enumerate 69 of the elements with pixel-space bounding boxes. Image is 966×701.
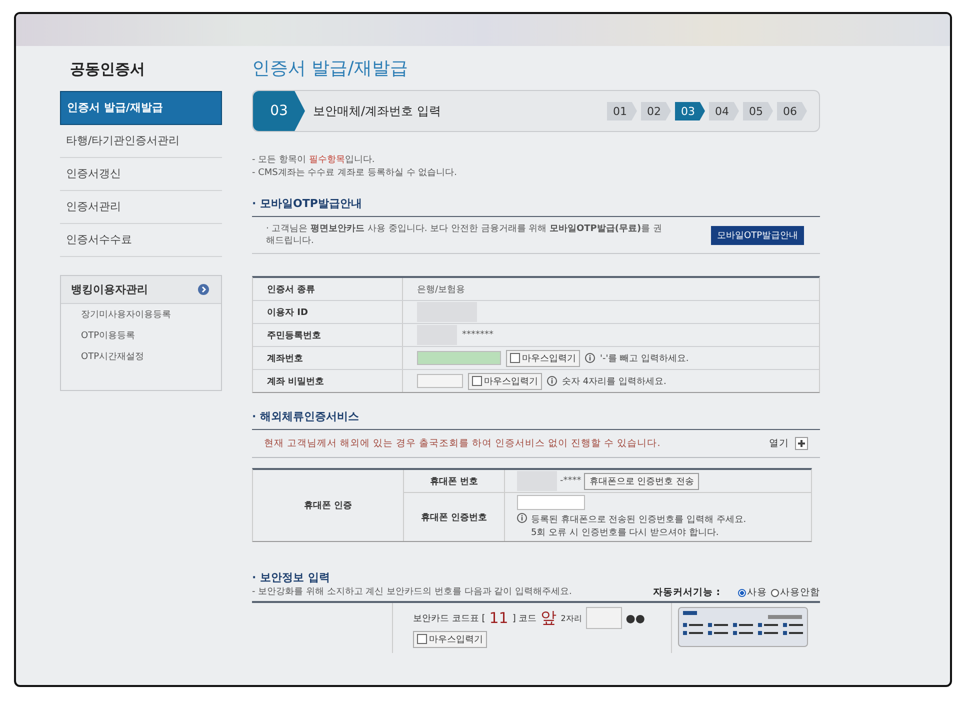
masked-value: -**** [560,476,582,486]
cell-value: 은행/보험용 [417,284,466,296]
section-heading: · 해외체류인증서비스 [252,409,820,430]
redacted-block [417,325,457,345]
arrow-circle-icon[interactable] [198,284,209,295]
mouse-input-checkbox[interactable]: 마우스입력기 [413,630,487,648]
step-indicator: 06 [777,102,807,120]
step-title: 보안매체/계좌번호 입력 [313,102,442,120]
step-number-badge: 03 [253,91,305,131]
masked-value: ******* [462,330,494,340]
hint-text: 숫자 4자리를 입력하세요. [562,376,666,388]
sidebar-item[interactable]: 인증서관리 [60,191,222,224]
otp-notice: · 고객님은 평면보안카드 사용 중입니다. 보다 안전한 금융거래를 위해 모바일OTP발급(무료)를 권해드립니다. [266,223,663,247]
panel-link[interactable]: OTP이용등록 [61,325,221,346]
panel-link[interactable]: OTP시간재설정 [61,346,221,367]
card-side: 앞 [540,608,557,628]
redacted-block [417,302,477,322]
card-label: 보안카드 코드표 [ [413,612,486,624]
info-icon [517,513,527,523]
row-label: 휴대폰 인증번호 [404,493,505,541]
row-label: 계좌번호 [253,347,403,369]
row-label: 주민등록번호 [253,324,403,346]
card-label: ] 코드 [512,612,537,624]
section-heading: · 모바일OTP발급안내 [252,196,820,217]
hint-text: '-'를 빼고 입력하세요. [600,352,689,364]
step-indicator: 05 [743,102,773,120]
card-code-number: 11 [489,609,508,627]
step-indicator: 04 [709,102,739,120]
step-indicator: 02 [641,102,671,120]
page-title: 인증서 발급/재발급 [252,57,409,81]
step-indicator: 03 [675,102,705,120]
sidebar-title: 공동인증서 [69,60,146,80]
section-heading: · 보안정보 입력 [252,570,331,586]
row-label: 계좌 비밀번호 [253,370,403,392]
radio-option[interactable]: 사용안함 [771,586,820,599]
sidebar-item[interactable]: 인증서수수료 [60,224,222,257]
input-field[interactable] [586,607,622,629]
sidebar-item[interactable]: 타행/타기관인증서관리 [60,125,222,158]
sidebar-item[interactable]: 인증서갱신 [60,158,222,191]
open-link[interactable]: 열기 [769,437,789,450]
note-text: - CMS계좌는 수수료 계좌로 등록하실 수 없습니다. [252,167,458,180]
hint-text: 5회 오류 시 인증번호를 다시 받으셔야 합니다. [531,527,720,539]
input-field[interactable] [417,374,463,388]
masked-digits: ●● [626,612,645,624]
info-icon [547,376,557,386]
note-text: - 모든 항목이 필수항목입니다. [252,154,376,167]
info-icon [585,353,595,363]
row-label: 이용자 ID [253,301,403,323]
hint-text: 등록된 휴대폰으로 전송된 인증번호를 입력해 주세요. [531,514,746,526]
card-digits: 2자리 [560,612,582,624]
sidebar-item[interactable]: 인증서 발급/재발급 [60,91,222,125]
step-indicator: 01 [607,102,637,120]
mouse-input-checkbox[interactable]: 마우스입력기 [506,350,580,366]
radio-option[interactable]: 사용 [738,586,767,599]
mouse-input-checkbox[interactable]: 마우스입력기 [468,372,542,390]
auto-cursor-label: 자동커서기능 : [652,586,720,599]
send-code-button[interactable]: 휴대폰으로 인증번호 전송 [584,472,699,490]
panel-link[interactable]: 장기미사용자이용등록 [61,304,221,325]
row-label: 휴대폰 인증 [253,470,404,541]
redacted-block [517,471,557,491]
input-field[interactable] [417,351,501,365]
instruction-text: - 보안강화를 위해 소지하고 계신 보안카드의 번호를 다음과 같이 입력해주세요. [252,586,573,599]
panel-title: 뱅킹이용자관리 [71,282,148,297]
row-label: 휴대폰 번호 [404,470,505,492]
otp-guide-button[interactable]: 모바일OTP발급안내 [710,226,804,244]
input-field[interactable] [517,495,585,510]
row-label: 인증서 종류 [253,278,403,300]
overseas-notice: 현재 고객님께서 해외에 있는 경우 출국조회를 하여 인증서비스 없이 진행할 수 있습니다. [264,437,662,450]
plus-icon[interactable] [795,437,808,450]
